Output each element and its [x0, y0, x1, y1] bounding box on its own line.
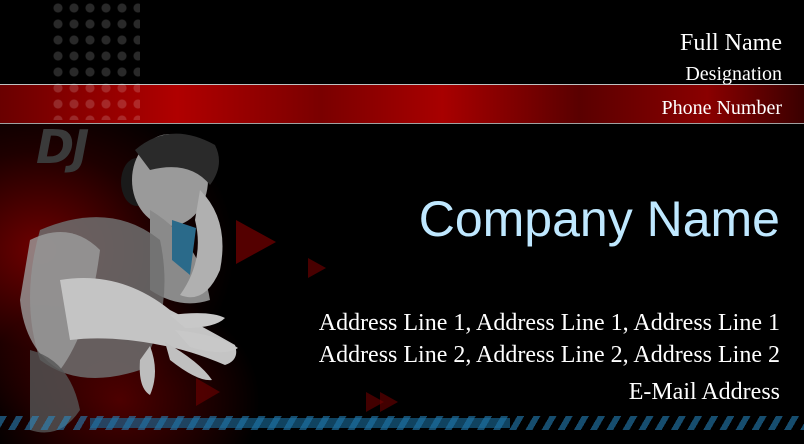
designation: Designation — [685, 63, 782, 85]
business-card: DJ Full Name Designation Phone Number Co… — [0, 0, 804, 444]
triangle-decoration — [380, 392, 398, 412]
triangle-decoration — [308, 258, 326, 278]
phone-number: Phone Number — [661, 97, 782, 119]
email-address: E-Mail Address — [628, 379, 780, 405]
address-line-2: Address Line 2, Address Line 2, Address … — [318, 342, 780, 368]
company-name: Company Name — [418, 191, 780, 247]
address-line-1: Address Line 1, Address Line 1, Address … — [318, 310, 780, 336]
dj-figure-illustration — [20, 133, 238, 433]
dot-pattern — [50, 0, 140, 120]
full-name: Full Name — [680, 30, 782, 56]
blue-bar-decoration — [90, 418, 510, 428]
